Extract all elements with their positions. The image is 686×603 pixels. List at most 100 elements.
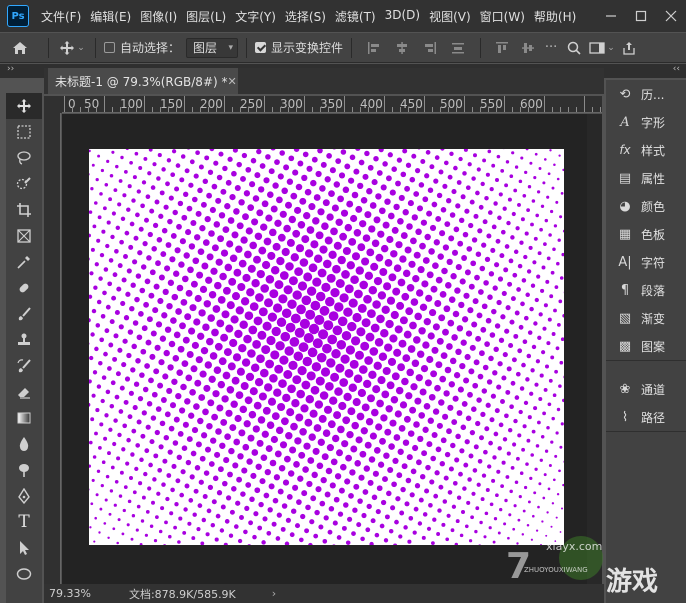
eraser-tool-icon[interactable] [6,379,42,405]
halftone-dot [186,351,194,358]
chevron-right-icon[interactable]: › [272,587,276,600]
document-canvas[interactable] [89,149,564,545]
paragraph-panel-button[interactable]: ¶ 段落 [606,276,686,304]
halftone-dot [414,397,422,405]
halftone-dot [357,243,366,252]
halftone-dot [527,415,532,420]
show-transform-checkbox[interactable] [255,42,267,53]
color-panel-button[interactable]: ◕ 颜色 [606,192,686,220]
move-tool-icon[interactable] [6,93,42,119]
history-panel-button[interactable]: ⟲ 历... [606,80,686,108]
halftone-dot [170,317,177,324]
patterns-panel-button[interactable]: ▩ 图案 [606,332,686,360]
auto-select-checkbox[interactable] [104,42,115,53]
menu-image[interactable]: 图像(I) [140,8,177,25]
align-top-icon[interactable] [489,41,515,55]
healing-brush-tool-icon[interactable] [6,275,42,301]
halftone-dot [560,507,564,510]
halftone-dot [431,201,438,208]
halftone-dot [177,200,184,207]
menu-3d[interactable]: 3D(D) [385,8,420,25]
menu-view[interactable]: 视图(V) [429,8,471,25]
paths-panel-button[interactable]: ⌇ 路径 [606,403,686,431]
marquee-tool-icon[interactable] [6,119,42,145]
close-tab-icon[interactable]: ✕ [228,75,237,88]
pen-tool-icon[interactable] [6,483,42,509]
move-tool-preset-icon[interactable]: ⌄ [57,40,87,56]
styles-panel-button[interactable]: fx 样式 [606,136,686,164]
halftone-dot [402,149,408,154]
halftone-dot [410,383,418,391]
halftone-dot [227,471,233,478]
halftone-dot [125,291,131,297]
glyphs-panel-button[interactable]: A 字形 [606,108,686,136]
path-selection-tool-icon[interactable] [6,535,42,561]
halftone-dot [429,479,435,485]
brush-tool-icon[interactable] [6,301,42,327]
align-center-icon[interactable] [388,41,416,55]
menu-type[interactable]: 文字(Y) [235,8,276,25]
channels-panel-button[interactable]: ❀ 通道 [606,375,686,403]
halftone-dot [148,149,153,152]
close-icon[interactable] [656,0,686,32]
halftone-dot [370,323,380,333]
zoom-level[interactable]: 79.33% [49,587,91,600]
ellipse-tool-icon[interactable] [6,561,42,587]
collapse-left-icon[interactable]: ›› [7,64,14,74]
blur-tool-icon[interactable] [6,431,42,457]
crop-tool-icon[interactable] [6,197,42,223]
type-tool-icon[interactable]: T [6,509,42,535]
halftone-dot [267,397,277,406]
halftone-dot [224,433,231,441]
swatches-panel-button[interactable]: ▦ 色板 [606,220,686,248]
home-icon[interactable] [0,41,40,55]
history-brush-tool-icon[interactable] [6,353,42,379]
menu-window[interactable]: 窗口(W) [480,8,525,25]
align-left-icon[interactable] [360,41,388,55]
ruler-label: 150 [160,97,183,111]
clone-stamp-tool-icon[interactable] [6,327,42,353]
halftone-dot [378,207,386,215]
minimize-icon[interactable] [596,0,626,32]
lasso-tool-icon[interactable] [6,145,42,171]
properties-panel-button[interactable]: ▤ 属性 [606,164,686,192]
halftone-dot [271,521,277,527]
menu-file[interactable]: 文件(F) [41,8,81,25]
quick-selection-tool-icon[interactable] [6,171,42,197]
menu-filter[interactable]: 滤镜(T) [335,8,376,25]
halftone-dot [174,247,181,254]
halftone-dot [312,447,320,455]
align-right-icon[interactable] [416,41,444,55]
menu-edit[interactable]: 编辑(E) [90,8,131,25]
halftone-dot [455,433,461,440]
more-options-icon[interactable]: ··· [541,40,561,55]
character-panel-button[interactable]: A| 字符 [606,248,686,276]
ruler-corner [44,96,62,113]
document-tab[interactable]: 未标题-1 @ 79.3%(RGB/8#) * ✕ [48,68,238,94]
collapse-right-icon[interactable]: ‹‹ [673,64,680,74]
maximize-icon[interactable] [626,0,656,32]
menu-help[interactable]: 帮助(H) [534,8,576,25]
workspace-icon[interactable]: ⌄ [587,41,617,54]
distribute-icon[interactable] [444,41,472,55]
halftone-dot [326,213,334,221]
dodge-tool-icon[interactable] [6,457,42,483]
vertical-ruler[interactable] [44,113,61,585]
horizontal-ruler[interactable]: 0 50 100 150 200 250 300 350 400 450 500… [62,96,602,113]
gradient-panel-button[interactable]: ▧ 渐变 [606,304,686,332]
eyedropper-tool-icon[interactable] [6,249,42,275]
gradient-tool-icon[interactable] [6,405,42,431]
halftone-dot [391,372,400,381]
ruler-tick [456,107,457,112]
halftone-dot [247,349,256,358]
align-middle-icon[interactable] [515,41,541,55]
frame-tool-icon[interactable] [6,223,42,249]
halftone-dot [244,505,250,511]
search-icon[interactable] [561,41,587,55]
menu-layer[interactable]: 图层(L) [186,8,226,25]
share-icon[interactable] [617,41,641,55]
photoshop-logo[interactable]: Ps [7,5,29,27]
auto-select-target-dropdown[interactable]: 图层 ▾ [186,37,239,58]
menu-select[interactable]: 选择(S) [285,8,326,25]
halftone-dot [135,358,141,364]
